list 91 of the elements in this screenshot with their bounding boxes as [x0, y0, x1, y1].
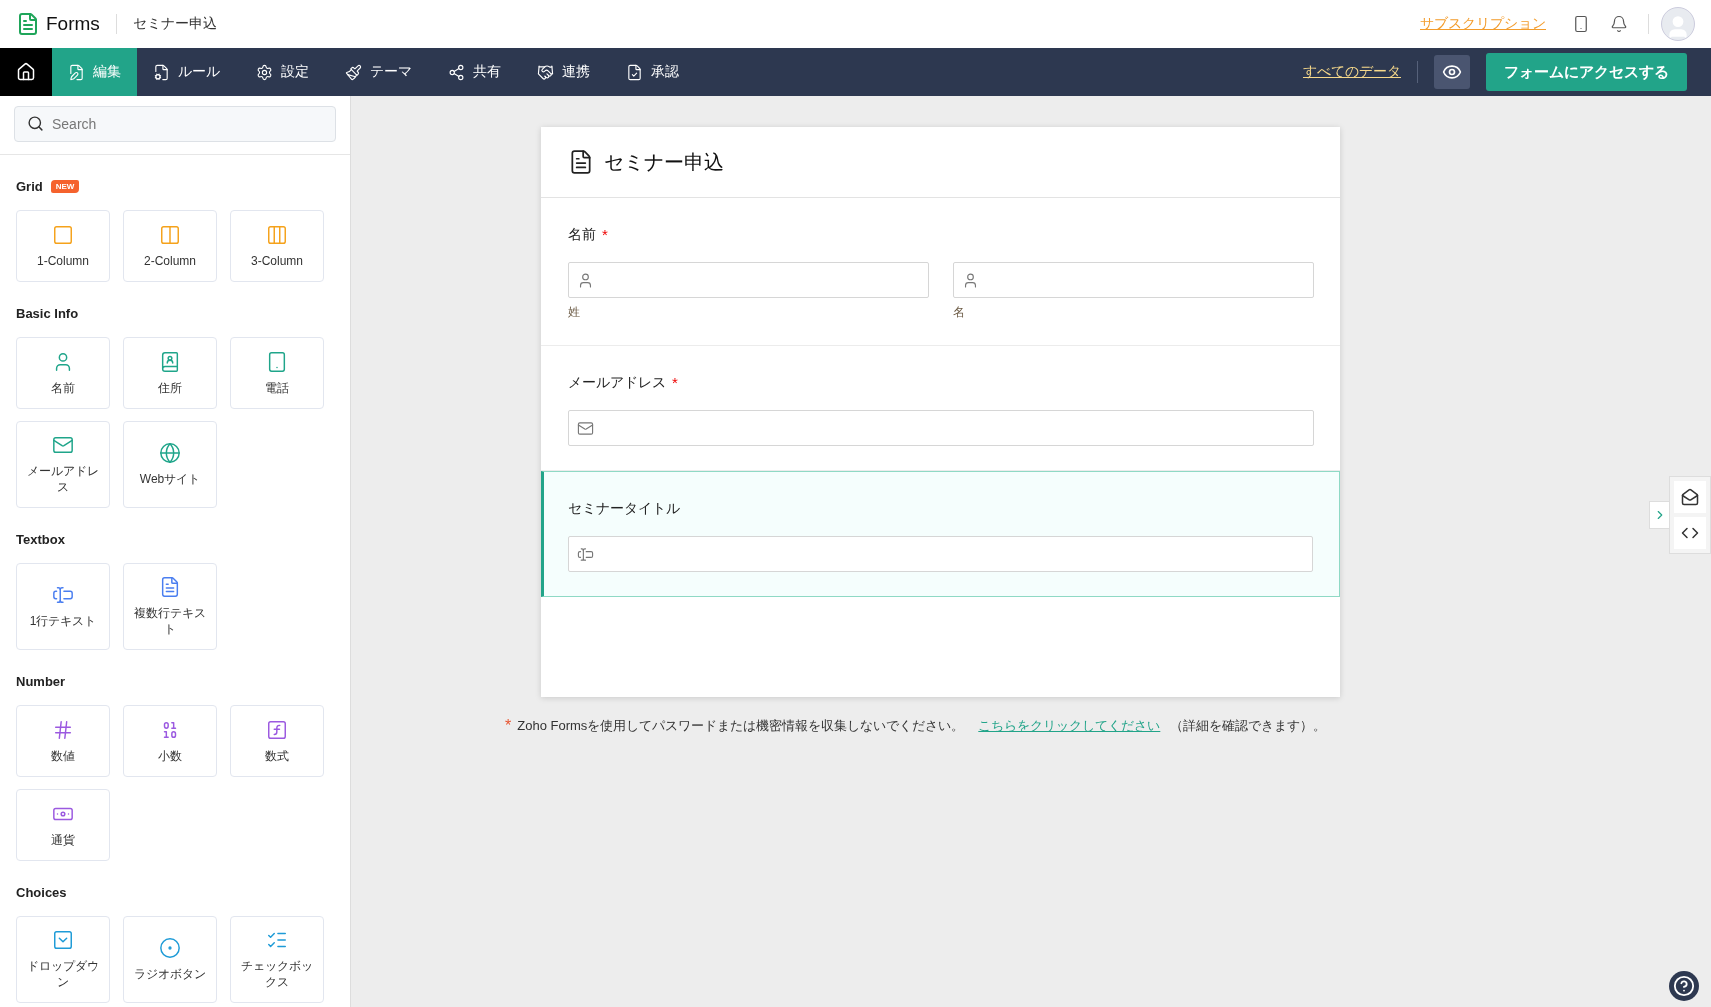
field-caption: 姓 [568, 304, 581, 321]
search-field[interactable]: Search [14, 106, 336, 142]
field-label: 名前 [568, 226, 596, 244]
input-field[interactable] [953, 262, 1314, 298]
field-tile[interactable]: ラジオボタン [123, 916, 217, 1003]
mobile-icon [1572, 15, 1590, 33]
form-title: セミナー申込 [604, 149, 724, 175]
document-check-icon [626, 63, 643, 81]
field-tile[interactable]: Webサイト [123, 421, 217, 508]
field-tile[interactable]: メールアドレス [16, 421, 110, 508]
notice-text: Zoho Formsを使用してパスワードまたは機密情報を収集しないでください。 [517, 717, 965, 735]
field-tile[interactable]: チェックボックス [230, 916, 324, 1003]
field-caption: 名 [953, 304, 966, 321]
input-field[interactable] [568, 536, 1313, 572]
help-icon [1673, 975, 1695, 997]
text-input-icon [52, 584, 74, 606]
field-tile[interactable]: 数式 [230, 705, 324, 777]
field-tile[interactable]: ドロップダウン [16, 916, 110, 1003]
search-icon [27, 115, 44, 132]
radio-icon [159, 937, 181, 959]
person-icon [962, 271, 979, 289]
multiline-text-icon [159, 576, 181, 598]
nav-tab[interactable]: ルール [137, 48, 236, 96]
brush-icon [345, 63, 362, 81]
document-icon [568, 149, 594, 175]
notice-suffix: （詳細を確認できます）。 [1170, 717, 1327, 735]
notice-mark: * [505, 717, 512, 735]
bell-icon [1610, 15, 1628, 33]
hash-icon [52, 718, 74, 741]
field-tile[interactable]: 住所 [123, 337, 217, 409]
globe-icon [159, 442, 181, 464]
nav-tab[interactable]: テーマ [329, 48, 428, 96]
nav-tab[interactable]: 共有 [432, 48, 517, 96]
two-column-icon [159, 223, 181, 246]
field-tile[interactable]: 数値 [16, 705, 110, 777]
preview-button[interactable] [1434, 55, 1470, 89]
all-data-link[interactable]: すべてのデータ [1303, 63, 1401, 81]
settings-icon [256, 63, 273, 81]
field-tile[interactable]: 電話 [230, 337, 324, 409]
field-tile[interactable]: 3-Column [230, 210, 324, 282]
avatar[interactable] [1661, 7, 1695, 41]
embed-button[interactable] [1674, 517, 1706, 549]
handshake-icon [537, 63, 554, 81]
three-column-icon [266, 223, 288, 246]
field-label: メールアドレス [568, 374, 666, 392]
function-icon [266, 718, 288, 741]
phone-icon [266, 350, 288, 373]
document-icon [153, 63, 170, 81]
share-button[interactable] [1674, 481, 1706, 513]
input-field[interactable] [568, 262, 929, 298]
form-field[interactable]: セミナータイトル [541, 471, 1340, 597]
envelope-icon [52, 434, 74, 456]
section-title: Grid [16, 179, 43, 194]
field-tile[interactable]: 名前 [16, 337, 110, 409]
required-mark: * [602, 226, 608, 243]
form-name: セミナー申込 [132, 15, 217, 33]
rectangle-icon [52, 223, 74, 246]
form-field[interactable]: 名前 * 姓 名 [541, 198, 1340, 346]
field-tile[interactable]: 通貨 [16, 789, 110, 861]
home-icon [16, 62, 36, 82]
section-title: Number [16, 674, 66, 689]
nav-tab[interactable]: 承認 [610, 48, 695, 96]
field-label: セミナータイトル [568, 500, 680, 518]
section-title: Choices [16, 885, 67, 900]
share-icon [448, 63, 465, 81]
section-title: Textbox [16, 532, 65, 547]
field-tile[interactable]: 1行テキスト [16, 563, 110, 650]
text-input-icon [577, 545, 594, 563]
envelope-icon [577, 419, 594, 437]
edit-icon [68, 63, 85, 81]
logo-icon [16, 12, 40, 36]
envelope-icon [1681, 488, 1699, 506]
home-button[interactable] [0, 48, 52, 96]
contact-book-icon [159, 350, 181, 373]
section-title: Basic Info [16, 306, 79, 321]
new-badge: NEW [50, 180, 80, 193]
help-button[interactable] [1669, 971, 1699, 1001]
expand-button[interactable] [1649, 501, 1669, 529]
nav-tab[interactable]: 連携 [521, 48, 606, 96]
field-tile[interactable]: 2-Column [123, 210, 217, 282]
person-icon [577, 271, 594, 289]
field-tile[interactable]: 小数 [123, 705, 217, 777]
eye-icon [1442, 62, 1462, 82]
dropdown-icon [52, 929, 74, 951]
required-mark: * [672, 374, 678, 391]
app-name: Forms [46, 13, 100, 35]
form-field[interactable]: メールアドレス * [541, 346, 1340, 471]
nav-tab[interactable]: 設定 [240, 48, 325, 96]
field-tile[interactable]: 1-Column [16, 210, 110, 282]
input-field[interactable] [568, 410, 1314, 446]
field-tile[interactable]: 複数行テキスト [123, 563, 217, 650]
